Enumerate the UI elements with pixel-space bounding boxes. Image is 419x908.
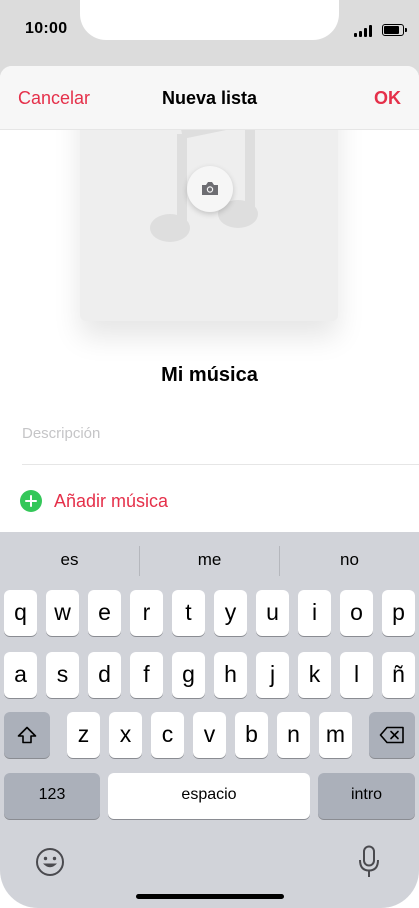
- suggestion-3[interactable]: no: [280, 550, 419, 570]
- status-time: 10:00: [25, 20, 68, 37]
- return-key[interactable]: intro: [318, 773, 415, 819]
- key-x[interactable]: x: [109, 712, 142, 758]
- key-n[interactable]: n: [277, 712, 310, 758]
- key-v[interactable]: v: [193, 712, 226, 758]
- keyboard: es me no q w e r t y u i o p a s d f g h…: [0, 532, 419, 908]
- phone-screen: 10:00 Cancelar Nueva lista OK Mi música …: [0, 0, 419, 908]
- key-l[interactable]: l: [340, 652, 373, 698]
- add-photo-button[interactable]: [187, 166, 233, 212]
- shift-key[interactable]: [4, 712, 50, 758]
- space-key[interactable]: espacio: [108, 773, 310, 819]
- key-j[interactable]: j: [256, 652, 289, 698]
- key-o[interactable]: o: [340, 590, 373, 636]
- plus-circle-icon: [20, 490, 42, 512]
- signal-icon: [354, 25, 372, 37]
- suggestion-2[interactable]: me: [140, 550, 279, 570]
- key-g[interactable]: g: [172, 652, 205, 698]
- shift-icon: [17, 726, 37, 744]
- key-z[interactable]: z: [67, 712, 100, 758]
- key-e[interactable]: e: [88, 590, 121, 636]
- key-b[interactable]: b: [235, 712, 268, 758]
- key-a[interactable]: a: [4, 652, 37, 698]
- notch: [80, 0, 339, 40]
- suggestion-1[interactable]: es: [0, 550, 139, 570]
- numbers-key[interactable]: 123: [4, 773, 100, 819]
- microphone-icon[interactable]: [358, 845, 380, 879]
- divider: [22, 464, 419, 465]
- key-p[interactable]: p: [382, 590, 415, 636]
- delete-key[interactable]: [369, 712, 415, 758]
- key-c[interactable]: c: [151, 712, 184, 758]
- key-w[interactable]: w: [46, 590, 79, 636]
- suggestion-bar: es me no: [0, 532, 419, 588]
- description-field[interactable]: Descripción: [22, 425, 419, 442]
- emoji-icon[interactable]: [35, 847, 65, 877]
- key-f[interactable]: f: [130, 652, 163, 698]
- add-music-label: Añadir música: [54, 491, 169, 511]
- key-i[interactable]: i: [298, 590, 331, 636]
- key-d[interactable]: d: [88, 652, 121, 698]
- key-t[interactable]: t: [172, 590, 205, 636]
- ok-button[interactable]: OK: [374, 88, 401, 109]
- status-bar: 10:00: [0, 0, 419, 62]
- battery-icon: [382, 24, 407, 36]
- page-title: Nueva lista: [161, 88, 258, 108]
- key-y[interactable]: y: [214, 590, 247, 636]
- key-s[interactable]: s: [46, 652, 79, 698]
- key-m[interactable]: m: [319, 712, 352, 758]
- key-h[interactable]: h: [214, 652, 247, 698]
- key-k[interactable]: k: [298, 652, 331, 698]
- key-n-tilde[interactable]: ñ: [382, 652, 415, 698]
- delete-icon: [379, 726, 404, 744]
- camera-icon: [202, 182, 218, 195]
- battery-level: [384, 26, 400, 34]
- home-indicator[interactable]: [136, 894, 284, 899]
- key-q[interactable]: q: [4, 590, 37, 636]
- key-r[interactable]: r: [130, 590, 163, 636]
- key-u[interactable]: u: [256, 590, 289, 636]
- navigation-bar: Cancelar Nueva lista OK: [0, 66, 419, 130]
- playlist-name-field[interactable]: Mi música: [0, 364, 419, 387]
